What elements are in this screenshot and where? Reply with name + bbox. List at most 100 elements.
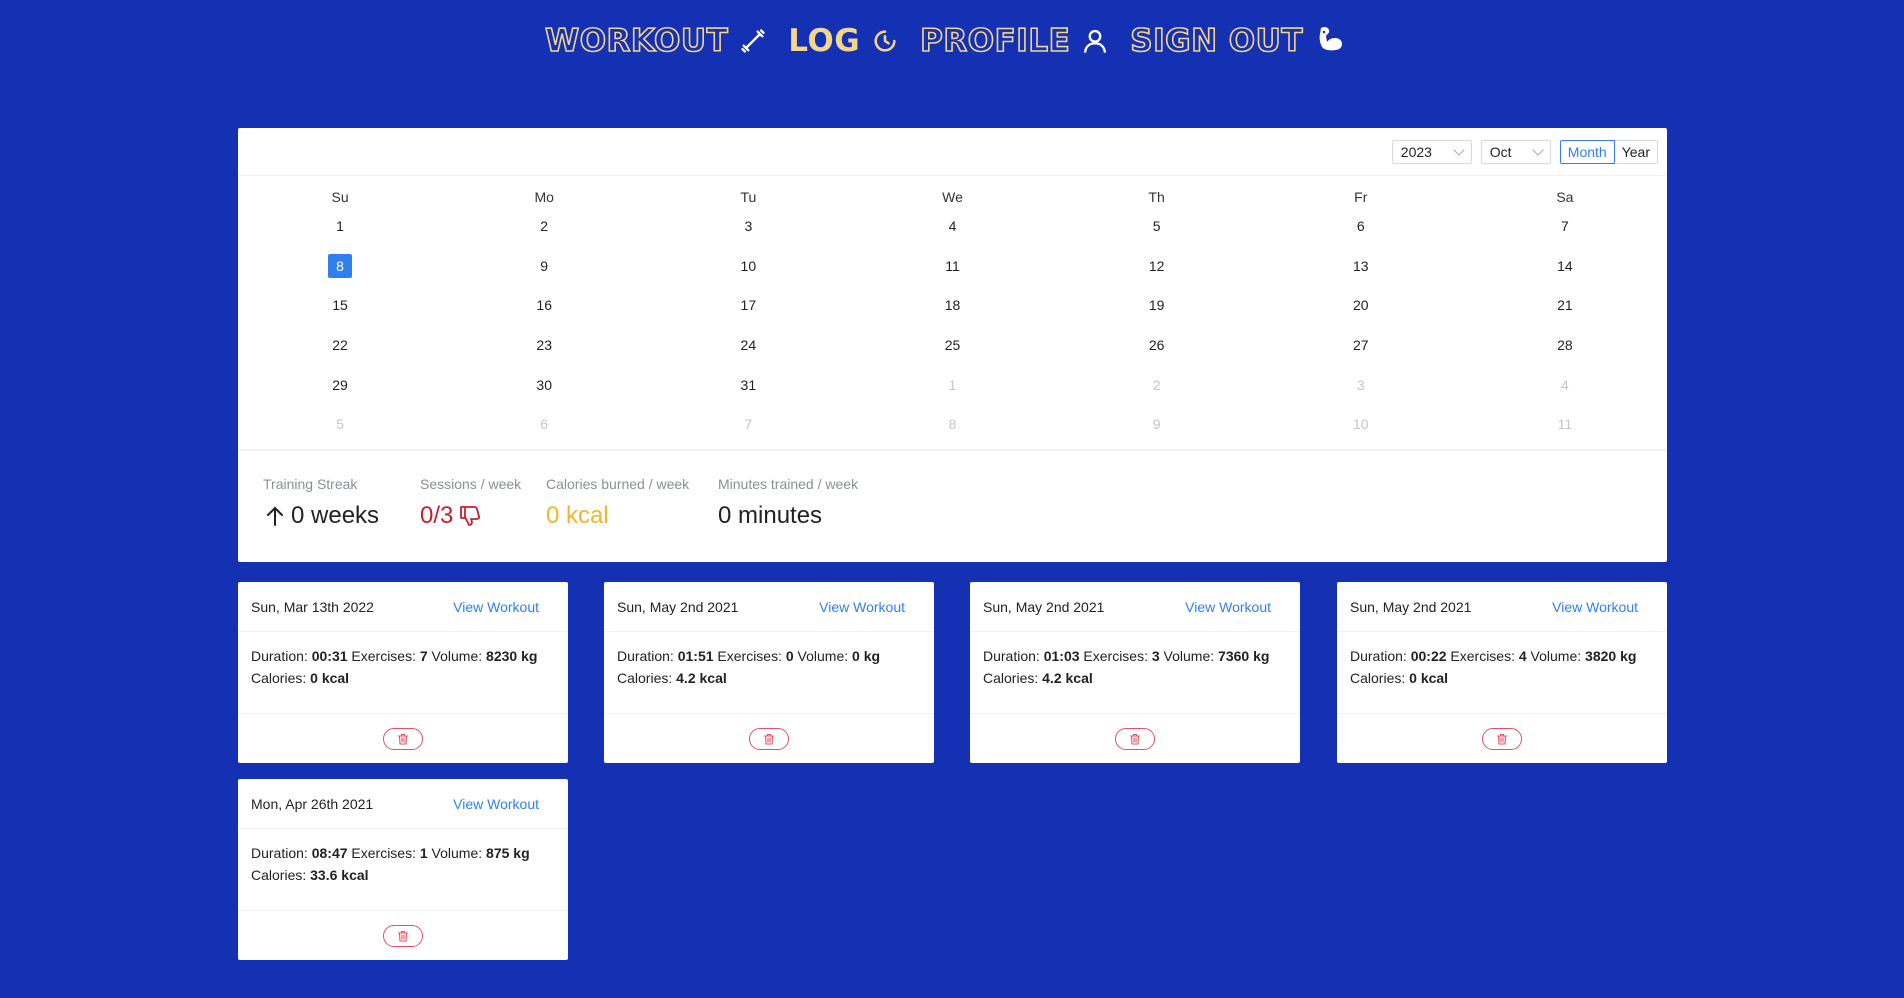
calendar-day-number[interactable]: 9 — [1145, 412, 1169, 436]
calendar-day-number[interactable]: 30 — [532, 373, 556, 397]
calendar-day-number[interactable]: 8 — [328, 253, 353, 278]
mode-year-button[interactable]: Year — [1614, 139, 1658, 164]
calendar-day-number[interactable]: 18 — [940, 293, 964, 317]
calendar-day-number[interactable]: 19 — [1145, 293, 1169, 317]
calendar-day-number[interactable]: 13 — [1349, 254, 1373, 278]
nav-sign-out-label: SIGN OUT — [1129, 22, 1303, 60]
view-workout-link[interactable]: View Workout — [453, 796, 539, 812]
view-workout-link[interactable]: View Workout — [819, 599, 905, 615]
calendar-day-number[interactable]: 10 — [1349, 412, 1373, 436]
calendar-day-number[interactable]: 4 — [940, 214, 964, 238]
calendar-day: 1 — [850, 373, 1054, 397]
calendar-day-number[interactable]: 11 — [1553, 412, 1577, 436]
nav-log[interactable]: LOG — [788, 23, 900, 59]
nav-sign-out[interactable]: SIGN OUT — [1129, 22, 1347, 60]
calendar-day-number[interactable]: 26 — [1145, 333, 1169, 357]
duration-value: 00:31 — [311, 648, 348, 664]
calories-label: Calories: — [251, 670, 311, 686]
calendar-day-number[interactable]: 10 — [736, 254, 760, 278]
calendar-day: 18 — [850, 293, 1054, 317]
calendar-day-number[interactable]: 17 — [736, 293, 760, 317]
stat-training-streak: Training Streak 0 weeks — [263, 451, 420, 530]
calendar-day-number[interactable]: 11 — [940, 254, 964, 278]
volume-value: 7360 kg — [1218, 648, 1270, 664]
calendar-day: 14 — [1463, 254, 1667, 278]
calendar-day: 2 — [442, 214, 646, 238]
calendar-day-number[interactable]: 21 — [1553, 293, 1577, 317]
calendar-day-number[interactable]: 27 — [1349, 333, 1373, 357]
calendar-day-number[interactable]: 4 — [1553, 373, 1577, 397]
calendar-day-number[interactable]: 12 — [1145, 254, 1169, 278]
calendar-grid: Su Mo Tu We Th Fr Sa 1 2 3 4 5 6 7 8 9 10 11 12 13 14 15 16 17 1… — [238, 176, 1667, 444]
calendar-day-number[interactable]: 24 — [736, 333, 760, 357]
calendar-day-number[interactable]: 1 — [328, 214, 352, 238]
calendar-day: 10 — [1259, 412, 1463, 436]
calendar-day-number[interactable]: 6 — [1349, 214, 1373, 238]
calendar-day-number[interactable]: 31 — [736, 373, 760, 397]
calendar-day-number[interactable]: 5 — [1145, 214, 1169, 238]
workout-card: Sun, May 2nd 2021 View Workout Duration: 0… — [604, 582, 934, 763]
calendar-day: 10 — [646, 254, 850, 278]
workout-card-header: Sun, May 2nd 2021 View Workout — [604, 582, 934, 632]
view-workout-link[interactable]: View Workout — [1185, 599, 1271, 615]
year-select[interactable]: 2023 — [1391, 139, 1472, 164]
nav-workout[interactable]: WORKOUT — [544, 22, 768, 60]
calendar-day-number[interactable]: 2 — [532, 214, 556, 238]
calendar-day-number[interactable]: 3 — [736, 214, 760, 238]
stat-value: 0/3 — [420, 502, 546, 530]
delete-workout-button[interactable] — [383, 924, 423, 947]
calendar-day-number[interactable]: 8 — [940, 412, 964, 436]
delete-workout-button[interactable] — [383, 727, 423, 750]
view-workout-link[interactable]: View Workout — [453, 599, 539, 615]
calendar-day: 27 — [1259, 333, 1463, 357]
calendar-day-number[interactable]: 2 — [1145, 373, 1169, 397]
delete-workout-button[interactable] — [749, 727, 789, 750]
exercises-label: Exercises: — [347, 648, 420, 664]
calendar-day-number[interactable]: 9 — [532, 254, 556, 278]
mode-month-button[interactable]: Month — [1559, 139, 1615, 164]
calendar-day-number[interactable]: 16 — [532, 293, 556, 317]
exercises-label: Exercises: — [1446, 648, 1519, 664]
calendar-day-number[interactable]: 23 — [532, 333, 556, 357]
calendar-day-number[interactable]: 14 — [1553, 254, 1577, 278]
workout-card-footer — [970, 714, 1300, 763]
calendar-day-number[interactable]: 7 — [1553, 214, 1577, 238]
calendar-day-number[interactable]: 7 — [736, 412, 760, 436]
workout-card-body: Duration: 01:03 Exercises: 3 Volume: 736… — [970, 632, 1300, 714]
calories-value: 0 kcal — [546, 502, 609, 529]
workout-card-body: Duration: 08:47 Exercises: 1 Volume: 875… — [238, 829, 568, 911]
delete-workout-button[interactable] — [1482, 727, 1522, 750]
calendar-day-number[interactable]: 28 — [1553, 333, 1577, 357]
calendar-day-number[interactable]: 15 — [328, 293, 352, 317]
calendar-day-number[interactable]: 3 — [1349, 373, 1373, 397]
trash-icon — [397, 733, 409, 745]
calendar-week-row: 29 30 31 1 2 3 4 — [238, 365, 1667, 405]
calendar-day-number[interactable]: 29 — [328, 373, 352, 397]
calendar-header: 2023 Oct Month Year — [238, 128, 1667, 176]
duration-label: Duration: — [251, 648, 312, 664]
chevron-down-icon — [1453, 143, 1465, 156]
calendar-day: 21 — [1463, 293, 1667, 317]
thumbs-down-icon — [458, 504, 482, 528]
trash-icon — [763, 733, 775, 745]
view-workout-link[interactable]: View Workout — [1552, 599, 1638, 615]
duration-label: Duration: — [251, 845, 312, 861]
calendar-day-number[interactable]: 20 — [1349, 293, 1373, 317]
calendar-day-number[interactable]: 25 — [940, 333, 964, 357]
calendar-day-number[interactable]: 1 — [940, 373, 964, 397]
calendar-day: 4 — [1463, 373, 1667, 397]
weekday-label: Fr — [1354, 189, 1368, 205]
calendar-day: 20 — [1259, 293, 1463, 317]
volume-value: 8230 kg — [486, 648, 538, 664]
nav-profile[interactable]: PROFILE — [919, 22, 1110, 60]
calendar-day: 7 — [1463, 214, 1667, 238]
calendar-day-number[interactable]: 6 — [532, 412, 556, 436]
calendar-day-number[interactable]: 22 — [328, 333, 352, 357]
calendar-day-number[interactable]: 5 — [328, 412, 352, 436]
stats-row: Training Streak 0 weeks Sessions / week … — [238, 451, 1667, 530]
delete-workout-button[interactable] — [1115, 727, 1155, 750]
calendar-day: 12 — [1055, 254, 1259, 278]
calendar-day-selected: 8 — [238, 253, 442, 278]
month-select[interactable]: Oct — [1480, 139, 1551, 164]
calendar-day: 8 — [850, 412, 1054, 436]
